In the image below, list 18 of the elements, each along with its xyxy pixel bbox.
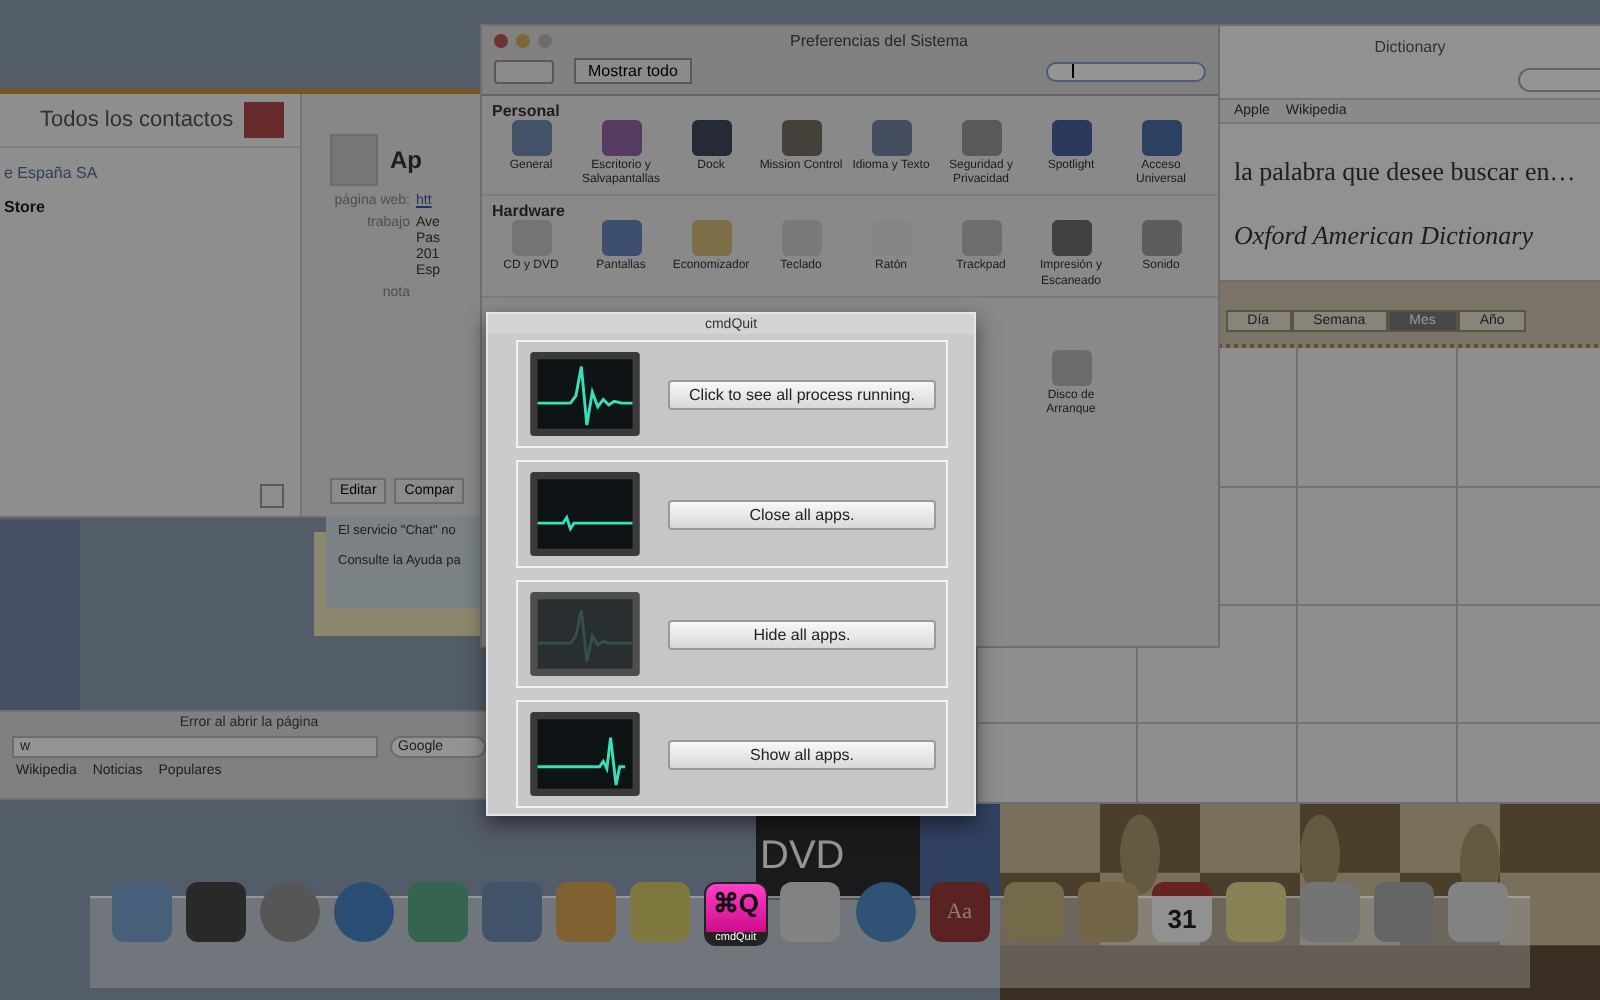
window-title: Preferencias del Sistema [788, 31, 970, 49]
contact-name: Ap [390, 146, 422, 174]
prompt-text: la palabra que desee buscar en… [1234, 156, 1576, 188]
contact-list-item[interactable]: e España SA [0, 148, 300, 182]
show-all-button[interactable]: Mostrar todo [574, 58, 692, 84]
calendar-icon[interactable]: 31 [1151, 882, 1212, 942]
contact-list-item[interactable]: Store [0, 182, 300, 216]
action-button[interactable]: Show all apps. [668, 739, 936, 769]
action-button[interactable]: Hide all apps. [668, 619, 936, 649]
book-icon[interactable]: Aa [929, 882, 990, 942]
search-field[interactable]: Todos los contactos [40, 108, 234, 132]
dictionary-name: Oxford American Dictionary [1234, 220, 1533, 252]
action-button[interactable]: Click to see all process running. [668, 379, 936, 409]
section-title: Hardware [490, 202, 567, 221]
action-button[interactable]: Close all apps. [668, 499, 936, 529]
dvd-title: DVD [758, 834, 847, 882]
section-title: Personal [490, 102, 562, 120]
window-title: Dictionary [1372, 36, 1448, 56]
